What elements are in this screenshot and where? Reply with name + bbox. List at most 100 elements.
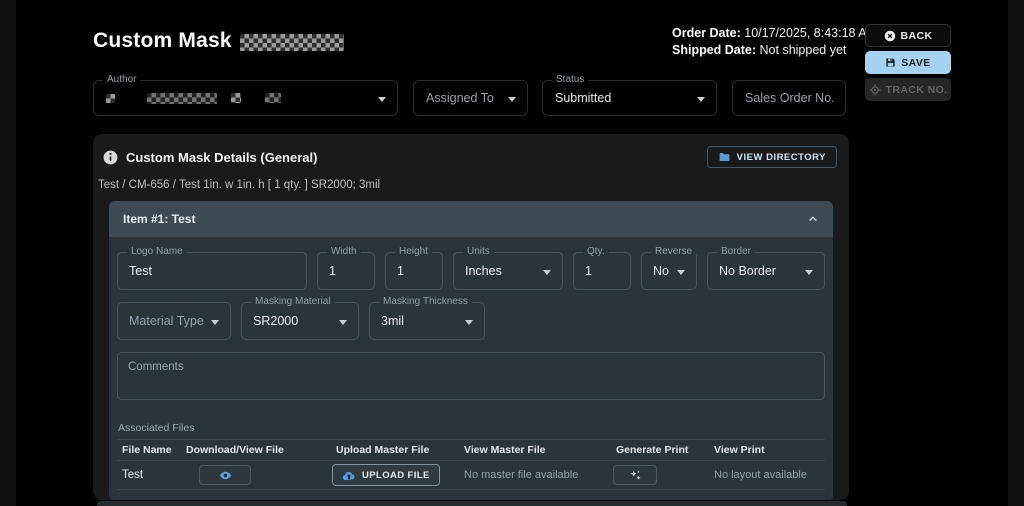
sales-order-input[interactable]: Sales Order No. <box>732 80 846 116</box>
item-fields-row-2: Material Type Masking Material SR2000 Ma… <box>117 302 825 340</box>
folder-icon <box>718 151 731 163</box>
logo-name-label: Logo Name <box>127 246 187 257</box>
page-title: Custom Mask <box>93 29 344 53</box>
caret-down-icon <box>677 270 685 275</box>
caret-down-icon <box>211 320 219 325</box>
width-label: Width <box>327 246 361 257</box>
logo-name-input[interactable]: Logo Name Test <box>117 252 307 290</box>
details-panel-title: Custom Mask Details (General) <box>126 150 317 165</box>
order-date-value: 10/17/2025, 8:43:18 AM <box>744 26 877 40</box>
sparkles-icon <box>629 469 642 482</box>
height-input[interactable]: Height 1 <box>385 252 443 290</box>
window-edge-left <box>0 0 16 506</box>
files-table-row: Test UPLOAD FILE No master file availabl… <box>117 461 825 490</box>
author-select[interactable]: Author <box>93 80 398 116</box>
comments-textarea[interactable]: Comments <box>117 352 825 400</box>
view-directory-button[interactable]: VIEW DIRECTORY <box>707 146 837 168</box>
associated-files-table: File Name Download/View File Upload Mast… <box>117 439 825 490</box>
status-value: Submitted <box>543 81 716 115</box>
author-value-redacted <box>94 81 397 115</box>
upload-file-label: UPLOAD FILE <box>362 470 430 481</box>
view-master-cell: No master file available <box>459 469 611 481</box>
window-edge-right <box>1008 0 1024 506</box>
border-label: Border <box>717 246 755 257</box>
generate-print-button[interactable] <box>613 465 657 485</box>
caret-down-icon <box>339 320 347 325</box>
redacted-block <box>265 93 281 103</box>
order-info: Order Date: 10/17/2025, 8:43:18 AM Shipp… <box>672 25 877 59</box>
file-name-cell: Test <box>117 469 181 481</box>
next-panel-edge <box>97 501 847 506</box>
view-directory-label: VIEW DIRECTORY <box>737 152 826 163</box>
order-date-label: Order Date: <box>672 26 741 40</box>
reverse-select[interactable]: Reverse No <box>641 252 697 290</box>
units-select[interactable]: Units Inches <box>453 252 563 290</box>
masking-thickness-select[interactable]: Masking Thickness 3mil <box>369 302 485 340</box>
shipped-date-line: Shipped Date: Not shipped yet <box>672 42 877 59</box>
masking-material-select[interactable]: Masking Material SR2000 <box>241 302 359 340</box>
author-label: Author <box>103 74 140 85</box>
qty-label: Qty. <box>583 246 609 257</box>
caret-down-icon <box>378 97 386 102</box>
upload-file-button[interactable]: UPLOAD FILE <box>332 464 440 486</box>
width-value: 1 <box>318 253 374 289</box>
sales-order-placeholder: Sales Order No. <box>733 81 845 115</box>
save-button[interactable]: SAVE <box>865 51 951 74</box>
x-circle-icon <box>884 30 896 42</box>
col-view-master: View Master File <box>459 444 611 456</box>
track-no-button-label: TRACK NO. <box>886 84 948 96</box>
associated-files-label: Associated Files <box>118 422 825 434</box>
col-file-name: File Name <box>117 444 181 456</box>
masking-thickness-label: Masking Thickness <box>379 296 472 307</box>
track-no-button[interactable]: TRACK NO. <box>865 78 951 101</box>
custom-mask-details-panel: Custom Mask Details (General) VIEW DIREC… <box>93 134 849 500</box>
caret-down-icon <box>543 270 551 275</box>
col-upload-master: Upload Master File <box>331 444 459 456</box>
height-value: 1 <box>386 253 442 289</box>
redacted-block <box>106 94 115 103</box>
material-type-select[interactable]: Material Type <box>117 302 231 340</box>
files-table-header: File Name Download/View File Upload Mast… <box>117 439 825 461</box>
caret-down-icon <box>805 270 813 275</box>
units-label: Units <box>463 246 494 257</box>
border-select[interactable]: Border No Border <box>707 252 825 290</box>
caret-down-icon <box>465 320 473 325</box>
upload-master-cell: UPLOAD FILE <box>331 464 459 486</box>
page-title-text: Custom Mask <box>93 29 232 53</box>
view-file-button[interactable] <box>199 465 251 485</box>
qty-value: 1 <box>574 253 630 289</box>
order-date-line: Order Date: 10/17/2025, 8:43:18 AM <box>672 25 877 42</box>
masking-material-label: Masking Material <box>251 296 335 307</box>
back-button[interactable]: BACK <box>865 24 951 47</box>
height-label: Height <box>395 246 432 257</box>
redacted-title-block <box>240 34 344 51</box>
col-view-print: View Print <box>709 444 825 456</box>
save-icon <box>885 57 896 68</box>
assigned-to-select[interactable]: Assigned To <box>413 80 528 116</box>
status-label: Status <box>552 74 588 85</box>
status-select[interactable]: Status Submitted <box>542 80 717 116</box>
reverse-label: Reverse <box>651 246 696 257</box>
redacted-block <box>147 93 217 104</box>
breadcrumb: Test / CM-656 / Test 1in. w 1in. h [ 1 q… <box>98 179 837 191</box>
header-action-buttons: BACK SAVE TRACK NO. <box>865 24 951 101</box>
qty-input[interactable]: Qty. 1 <box>573 252 631 290</box>
item-accordion-header[interactable]: Item #1: Test <box>109 201 833 237</box>
back-button-label: BACK <box>901 30 933 42</box>
item-title: Item #1: Test <box>123 212 195 226</box>
details-title-group: Custom Mask Details (General) <box>103 150 317 165</box>
reverse-value: No <box>642 253 696 289</box>
logo-name-value: Test <box>118 253 306 289</box>
download-view-cell <box>181 465 331 485</box>
redacted-block <box>231 93 241 103</box>
shipped-date-value: Not shipped yet <box>760 43 847 57</box>
caret-down-icon <box>697 97 705 102</box>
cloud-upload-icon <box>342 470 356 481</box>
info-icon <box>103 150 118 165</box>
item-accordion: Item #1: Test Logo Name Test Width 1 Hei… <box>109 201 833 500</box>
width-input[interactable]: Width 1 <box>317 252 375 290</box>
col-generate-print: Generate Print <box>611 444 709 456</box>
comments-placeholder: Comments <box>128 361 184 373</box>
shipped-date-label: Shipped Date: <box>672 43 756 57</box>
crosshair-icon <box>869 84 881 96</box>
